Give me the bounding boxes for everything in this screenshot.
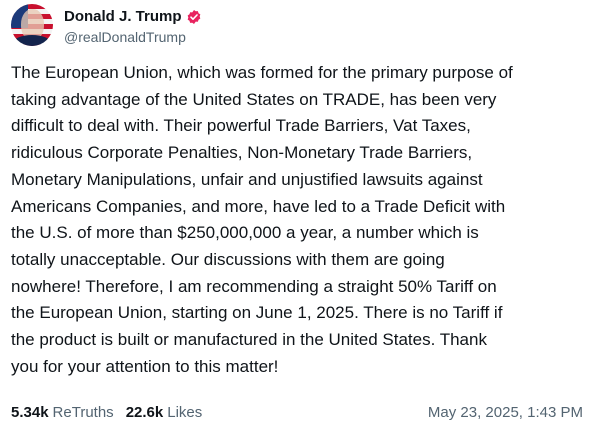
author-names: Donald J. Trump @realDonaldTrump [64, 6, 202, 45]
post-body-line: Monetary Manipulations, unfair and unjus… [11, 169, 483, 189]
likes-label: Likes [167, 403, 203, 421]
verified-badge-icon [187, 9, 200, 24]
post-body-line: you for your attention to this matter! [11, 356, 279, 376]
post-footer: 5.34k ReTruths 22.6k Likes May 23, 2025,… [11, 402, 583, 422]
post-body-line: the product is built or manufactured in … [11, 330, 487, 350]
post-body-line: taking advantage of the United States on… [11, 89, 497, 109]
post-body-line: ridiculous Corporate Penalties, Non-Mone… [11, 143, 473, 163]
post-body-line: totally unacceptable. Our discussions wi… [11, 249, 445, 269]
retruths-count: 5.34k [11, 403, 49, 421]
post-body-line: The European Union, which was formed for… [11, 63, 513, 82]
post-body: The European Union, which was formed for… [11, 60, 583, 380]
retruths-stat[interactable]: 5.34k ReTruths [11, 404, 114, 421]
avatar-shoulders [13, 35, 51, 46]
retruths-label: ReTruths [52, 403, 114, 421]
post-body-line: nowhere! Therefore, I am recommending a … [11, 276, 497, 296]
post-timestamp[interactable]: May 23, 2025, 1:43 PM [428, 404, 583, 421]
post-header: Donald J. Trump @realDonaldTrump [11, 4, 202, 46]
likes-count: 22.6k [125, 403, 164, 421]
avatar[interactable] [11, 4, 53, 46]
post-card: Donald J. Trump @realDonaldTrump The Eur… [0, 0, 590, 437]
author-name-row: Donald J. Trump [64, 6, 202, 28]
post-body-line: the U.S. of more than $250,000,000 a yea… [11, 223, 479, 243]
author-display-name[interactable]: Donald J. Trump [64, 8, 182, 25]
likes-stat[interactable]: 22.6k Likes [126, 404, 203, 421]
post-body-line: the European Union, starting on June 1, … [11, 303, 503, 323]
post-body-line: Americans Companies, and more, have led … [11, 196, 506, 216]
post-body-line: difficult to deal with. Their powerful T… [11, 116, 471, 136]
author-handle[interactable]: @realDonaldTrump [64, 29, 202, 45]
